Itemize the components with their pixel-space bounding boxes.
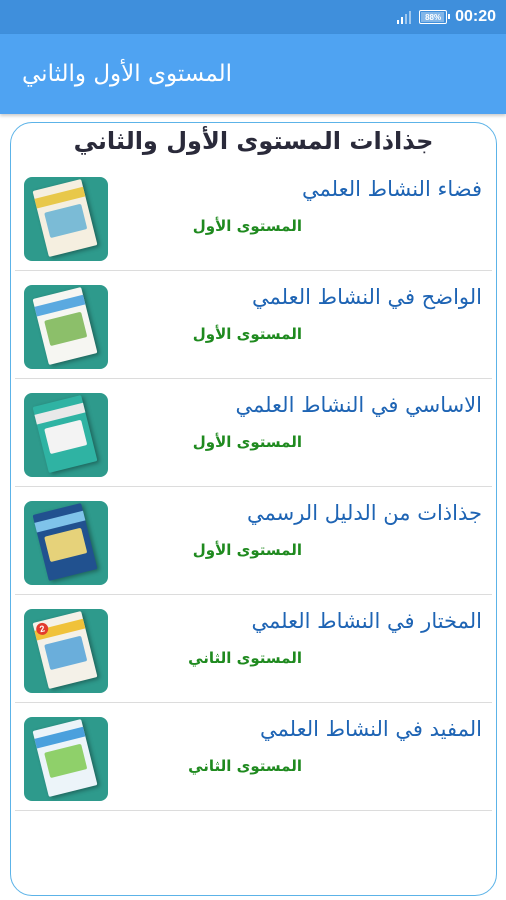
item-title: فضاء النشاط العلمي	[302, 177, 482, 201]
book-cover-thumbnail	[24, 717, 108, 801]
list-item[interactable]: الاساسي في النشاط العلمي المستوى الأول	[15, 379, 492, 487]
item-level: المستوى الثاني	[188, 757, 302, 775]
item-title: المختار في النشاط العلمي	[251, 609, 482, 633]
book-cover-image	[32, 286, 98, 366]
book-cover-thumbnail: 2	[24, 609, 108, 693]
battery-icon: 88%	[419, 10, 451, 24]
list-item[interactable]: المفيد في النشاط العلمي المستوى الثاني	[15, 703, 492, 811]
book-cover-thumbnail	[24, 393, 108, 477]
item-title: المفيد في النشاط العلمي	[259, 717, 482, 741]
item-title: الواضح في النشاط العلمي	[252, 285, 482, 309]
item-level: المستوى الأول	[192, 541, 302, 559]
battery-percent: 88%	[425, 12, 442, 22]
book-cover-thumbnail	[24, 501, 108, 585]
list-item[interactable]: 2 المختار في النشاط العلمي المستوى الثاني	[15, 595, 492, 703]
item-level: المستوى الأول	[192, 325, 302, 343]
book-cover-image	[32, 178, 98, 258]
item-title: جذاذات من الدليل الرسمي	[246, 501, 482, 525]
item-title: الاساسي في النشاط العلمي	[235, 393, 482, 417]
status-icons: 88% 00:20	[397, 0, 496, 34]
status-bar: 88% 00:20	[0, 0, 506, 34]
card-title: جذاذات المستوى الأول والثاني	[73, 127, 434, 155]
list-item[interactable]: الواضح في النشاط العلمي المستوى الأول	[15, 271, 492, 379]
item-level: المستوى الثاني	[188, 649, 302, 667]
content-card: جذاذات المستوى الأول والثاني فضاء النشاط…	[10, 122, 497, 896]
book-cover-image	[32, 394, 98, 474]
list-item[interactable]: فضاء النشاط العلمي المستوى الأول	[15, 163, 492, 271]
app-title: المستوى الأول والثاني	[22, 61, 233, 87]
book-list: فضاء النشاط العلمي المستوى الأول الواضح في…	[11, 163, 496, 811]
book-cover-thumbnail	[24, 285, 108, 369]
book-cover-image	[32, 718, 98, 798]
book-cover-thumbnail	[24, 177, 108, 261]
item-level: المستوى الأول	[192, 433, 302, 451]
item-level: المستوى الأول	[192, 217, 302, 235]
list-item[interactable]: جذاذات من الدليل الرسمي المستوى الأول	[15, 487, 492, 595]
book-cover-image	[32, 502, 98, 582]
app-bar: المستوى الأول والثاني	[0, 34, 506, 114]
signal-icon	[397, 10, 412, 24]
status-time: 00:20	[455, 8, 496, 25]
book-cover-image: 2	[32, 610, 98, 690]
